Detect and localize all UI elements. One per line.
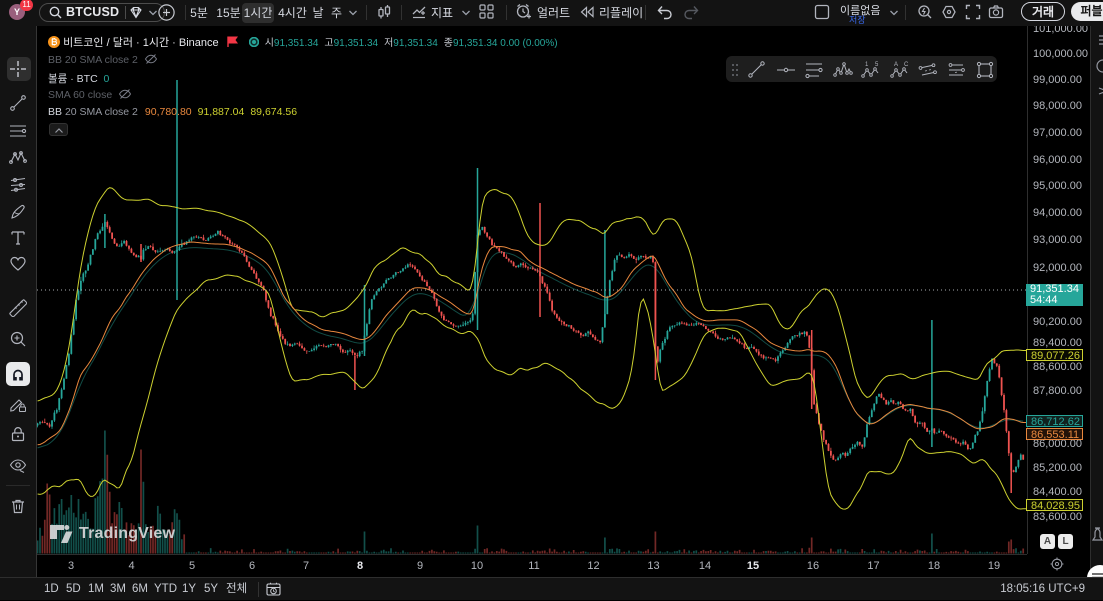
- svg-text:C: C: [904, 62, 909, 68]
- svg-text:A: A: [894, 62, 898, 68]
- svg-text:5: 5: [875, 62, 879, 68]
- svg-text:1: 1: [865, 62, 869, 68]
